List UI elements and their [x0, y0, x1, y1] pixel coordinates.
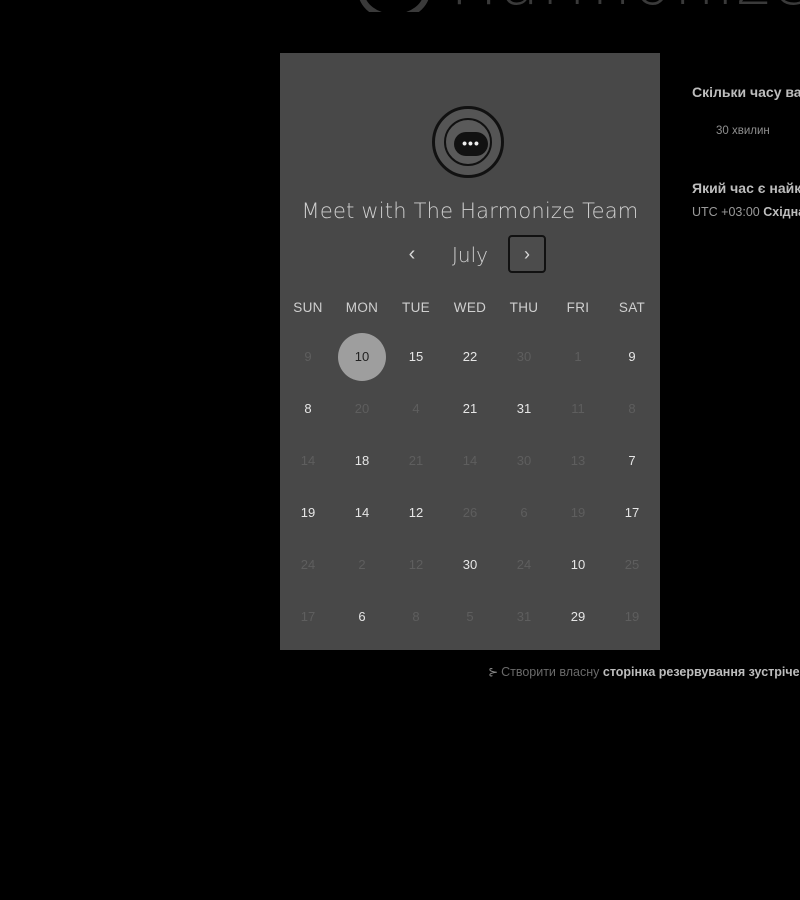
timezone-name: Східна Європа	[763, 205, 800, 219]
calendar-day: 26	[462, 505, 478, 520]
weekday-tue: TUE	[402, 300, 430, 315]
previous-month-button[interactable]: ‹	[402, 243, 422, 265]
sparkle-icon: ⊱	[488, 665, 499, 679]
calendar-day: 19	[570, 505, 586, 520]
next-month-button[interactable]: ›	[508, 235, 546, 273]
weekday-thu: THU	[509, 300, 539, 315]
footer-link-text: сторінка резервування зустрічей	[602, 665, 800, 679]
calendar-day: 14	[300, 453, 316, 468]
brand-mark-icon	[358, 0, 430, 12]
calendar-day[interactable]: 31	[500, 385, 548, 433]
calendar-day: 19	[624, 609, 640, 624]
create-own-page-link[interactable]: ⊱ Створити власну сторінка резервування з…	[488, 665, 800, 679]
calendar-day: 9	[304, 349, 312, 364]
calendar-day[interactable]: 6	[338, 593, 386, 641]
time-question: Який час є найкращим?	[692, 180, 800, 196]
page-title: Meet with The Harmonize Team	[301, 199, 639, 223]
calendar-day: 31	[516, 609, 532, 624]
weekday-fri: FRI	[566, 300, 590, 315]
calendar-card: ••• Meet with The Harmonize Team ‹ July …	[280, 53, 660, 650]
calendar-day: 17	[300, 609, 316, 624]
calendar-day[interactable]: 17	[608, 489, 656, 537]
weekday-header: SUN MON TUE WED THU FRI SAT	[280, 300, 660, 318]
weekday-sat: SAT	[618, 300, 646, 315]
timezone-selector[interactable]: UTC +03:00 Східна Європа	[692, 205, 800, 219]
calendar-day: 20	[354, 401, 370, 416]
calendar-day: 12	[408, 557, 424, 572]
calendar-day: 5	[466, 609, 474, 624]
calendar-day: 8	[412, 609, 420, 624]
weekday-sun: SUN	[293, 300, 323, 315]
timezone-offset: UTC +03:00	[692, 205, 760, 219]
calendar-day[interactable]: 30	[446, 541, 494, 589]
calendar-day-selected[interactable]: 10	[338, 333, 386, 381]
calendar-day[interactable]: 9	[608, 333, 656, 381]
weekday-wed: WED	[453, 300, 487, 315]
calendar-day: 1	[574, 349, 582, 364]
calendar-grid: 9 10 15 22 30 1 9 8 20 4 21 31 11 8 14 18 21 14 30 13 7 19 14 1…	[280, 333, 660, 645]
chat-bubble-icon: •••	[432, 106, 504, 178]
calendar-day[interactable]: 10	[554, 541, 602, 589]
calendar-day[interactable]: 15	[392, 333, 440, 381]
calendar-day: 24	[516, 557, 532, 572]
footer-prefix: Створити власну	[501, 665, 600, 679]
calendar-day[interactable]: 21	[446, 385, 494, 433]
brand-logo: Harmonize	[300, 0, 800, 12]
calendar-day[interactable]: 19	[284, 489, 332, 537]
calendar-day: 8	[628, 401, 636, 416]
month-label: July	[452, 243, 488, 267]
calendar-day[interactable]: 14	[338, 489, 386, 537]
booking-page: Harmonize ••• Meet with The Harmonize Te…	[0, 0, 800, 900]
calendar-day: 25	[624, 557, 640, 572]
duration-question: Скільки часу вам потрібно?	[692, 84, 800, 100]
month-navigation: ‹ July ›	[280, 235, 660, 275]
weekday-mon: MON	[345, 300, 379, 315]
calendar-day: 24	[300, 557, 316, 572]
calendar-day: 6	[520, 505, 528, 520]
calendar-day: 30	[516, 453, 532, 468]
logo-dots: •••	[462, 135, 480, 151]
calendar-day: 13	[570, 453, 586, 468]
calendar-day[interactable]: 18	[338, 437, 386, 485]
calendar-day: 21	[408, 453, 424, 468]
duration-option[interactable]: 30 хвилин	[716, 125, 770, 137]
calendar-day[interactable]: 7	[608, 437, 656, 485]
calendar-day: 2	[358, 557, 366, 572]
calendar-day: 11	[571, 401, 585, 416]
calendar-day[interactable]: 8	[284, 385, 332, 433]
calendar-day[interactable]: 12	[392, 489, 440, 537]
brand-wordmark: Harmonize	[450, 0, 800, 12]
calendar-day[interactable]: 29	[554, 593, 602, 641]
calendar-day: 30	[516, 349, 532, 364]
calendar-day: 4	[412, 401, 420, 416]
calendar-day[interactable]: 22	[446, 333, 494, 381]
calendar-day: 14	[462, 453, 478, 468]
